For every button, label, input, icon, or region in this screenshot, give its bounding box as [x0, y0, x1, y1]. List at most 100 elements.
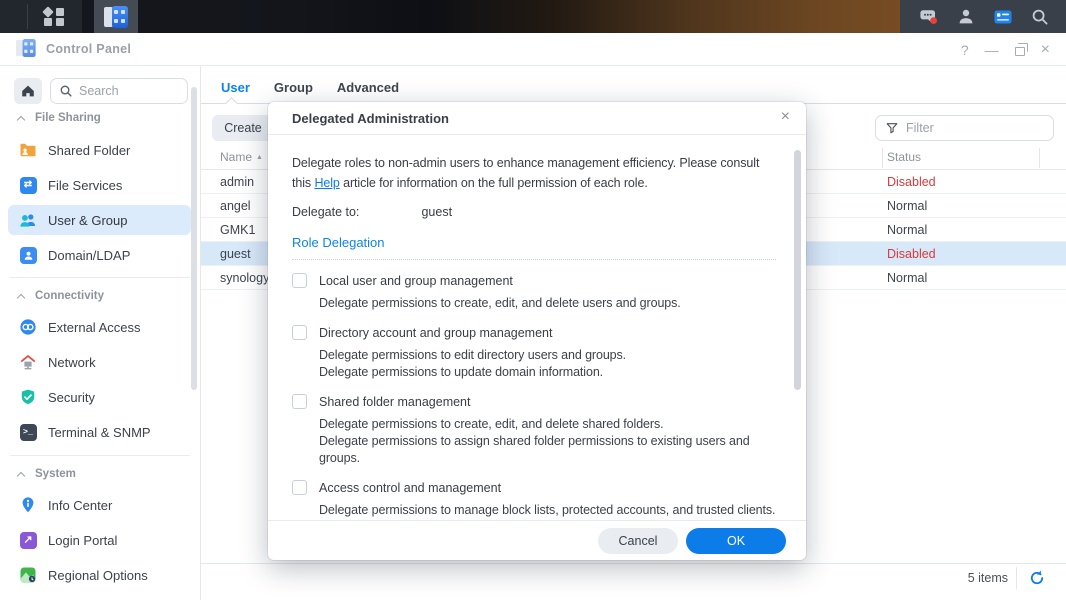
- tab-user[interactable]: User: [221, 80, 250, 95]
- dialog-close-icon[interactable]: ×: [781, 109, 790, 125]
- checkbox-local-user-management[interactable]: [292, 273, 307, 288]
- cancel-button[interactable]: Cancel: [598, 527, 678, 554]
- role-description: Delegate permissions to manage block lis…: [319, 503, 776, 517]
- login-portal-icon: ↗: [19, 531, 37, 549]
- items-count: 5 items: [967, 571, 1008, 585]
- role-checkbox-row[interactable]: Shared folder management: [292, 394, 776, 409]
- name-cell: synology: [220, 271, 270, 285]
- role-checkbox-row[interactable]: Access control and management: [292, 480, 776, 495]
- dialog-scrollbar[interactable]: [794, 150, 801, 390]
- search-input[interactable]: [79, 84, 169, 98]
- filter-box[interactable]: [875, 115, 1054, 141]
- section-system[interactable]: System: [16, 464, 76, 484]
- info-pin-icon: [19, 496, 37, 514]
- home-button[interactable]: [14, 78, 42, 104]
- role-description: Delegate permissions to create, edit, an…: [319, 296, 681, 310]
- dialog-body: Delegate roles to non-admin users to enh…: [268, 136, 806, 520]
- sidebar-item-user-group[interactable]: User & Group: [8, 205, 191, 235]
- checkbox-shared-folder-management[interactable]: [292, 394, 307, 409]
- sidebar-item-regional-options[interactable]: Regional Options: [8, 560, 191, 590]
- status-cell: Normal: [887, 199, 928, 213]
- main-menu-icon[interactable]: [42, 6, 64, 26]
- role-description: Delegate permissions to edit directory u…: [319, 348, 627, 379]
- dialog-titlebar: Delegated Administration ×: [268, 102, 806, 135]
- terminal-icon: >_: [19, 423, 37, 441]
- security-shield-icon: [19, 388, 37, 406]
- filter-input[interactable]: [906, 121, 1026, 135]
- account-icon[interactable]: [956, 7, 976, 27]
- column-name[interactable]: Name ▲: [220, 150, 263, 164]
- taskbar-left-segment: [0, 0, 82, 33]
- external-access-icon: [19, 318, 37, 336]
- regional-options-icon: [19, 566, 37, 584]
- sort-ascending-icon: ▲: [256, 154, 263, 161]
- file-services-icon: ⇄: [19, 176, 37, 194]
- help-button[interactable]: ?: [961, 43, 969, 57]
- minimize-button[interactable]: —: [985, 43, 999, 57]
- section-file-sharing[interactable]: File Sharing: [16, 108, 101, 128]
- maximize-restore-icon[interactable]: [1014, 42, 1028, 56]
- delegate-to-row: Delegate to: guest: [292, 205, 776, 219]
- shared-folder-icon: [19, 141, 37, 159]
- status-cell: Normal: [887, 223, 928, 237]
- column-separator: [882, 148, 883, 168]
- ok-button[interactable]: OK: [686, 527, 786, 554]
- sidebar-item-external-access[interactable]: External Access: [8, 312, 191, 342]
- dialog-footer: Cancel OK: [268, 520, 806, 560]
- sidebar-item-terminal-snmp[interactable]: >_ Terminal & SNMP: [8, 417, 191, 447]
- chevron-up-icon: [16, 115, 26, 124]
- sidebar-search[interactable]: [50, 78, 188, 104]
- create-button[interactable]: Create: [212, 115, 274, 141]
- notifications-icon[interactable]: [919, 7, 939, 27]
- taskbar-separator: [27, 4, 28, 29]
- sidebar-item-network[interactable]: Network: [8, 347, 191, 377]
- sidebar-item-file-services[interactable]: ⇄ File Services: [8, 170, 191, 200]
- status-cell: Disabled: [887, 247, 936, 261]
- delegate-to-label: Delegate to:: [292, 205, 360, 219]
- checkbox-directory-account-management[interactable]: [292, 325, 307, 340]
- taskbar-control-panel-app[interactable]: [94, 0, 138, 33]
- help-link[interactable]: Help: [314, 176, 339, 190]
- close-button[interactable]: ×: [1041, 42, 1050, 58]
- dialog-title: Delegated Administration: [292, 111, 449, 126]
- sidebar-item-security[interactable]: Security: [8, 382, 191, 412]
- delegated-administration-dialog: Delegated Administration × Delegate role…: [268, 102, 806, 560]
- name-cell: guest: [220, 247, 251, 261]
- window-title: Control Panel: [46, 42, 132, 56]
- footer-divider: [201, 563, 1066, 564]
- sidebar-item-shared-folder[interactable]: Shared Folder: [8, 135, 191, 165]
- name-cell: admin: [220, 175, 255, 189]
- user-group-icon: [19, 211, 37, 229]
- dialog-intro: Delegate roles to non-admin users to enh…: [292, 156, 760, 190]
- refresh-button[interactable]: [1028, 569, 1046, 587]
- status-cell: Disabled: [887, 175, 936, 189]
- sidebar-item-domain-ldap[interactable]: Domain/LDAP: [8, 240, 191, 270]
- sidebar-item-login-portal[interactable]: ↗ Login Portal: [8, 525, 191, 555]
- tab-group[interactable]: Group: [274, 80, 313, 95]
- sidebar-item-info-center[interactable]: Info Center: [8, 490, 191, 520]
- search-icon: [60, 85, 72, 97]
- system-tray: [900, 0, 1066, 33]
- chevron-up-icon: [16, 471, 26, 480]
- search-icon[interactable]: [1030, 7, 1050, 27]
- name-cell: GMK1: [220, 223, 256, 237]
- domain-ldap-icon: [19, 246, 37, 264]
- screen: Control Panel ? — × File Sharing: [0, 0, 1066, 600]
- chevron-up-icon: [16, 293, 26, 302]
- widgets-icon[interactable]: [993, 7, 1013, 27]
- role-item: Shared folder management Delegate permis…: [292, 394, 776, 467]
- network-icon: [19, 353, 37, 371]
- sidebar-scrollbar[interactable]: [191, 87, 197, 390]
- tab-advanced[interactable]: Advanced: [337, 80, 399, 95]
- role-item: Directory account and group management D…: [292, 325, 776, 381]
- role-checkbox-row[interactable]: Directory account and group management: [292, 325, 776, 340]
- sidebar-divider: [10, 277, 190, 278]
- window-titlebar: Control Panel ? — ×: [0, 33, 1066, 66]
- section-connectivity[interactable]: Connectivity: [16, 286, 104, 306]
- delegate-to-value: guest: [421, 205, 453, 219]
- checkbox-access-control-management[interactable]: [292, 480, 307, 495]
- role-checkbox-row[interactable]: Local user and group management: [292, 273, 776, 288]
- home-icon: [22, 85, 34, 97]
- name-cell: angel: [220, 199, 251, 213]
- column-status[interactable]: Status: [887, 150, 921, 164]
